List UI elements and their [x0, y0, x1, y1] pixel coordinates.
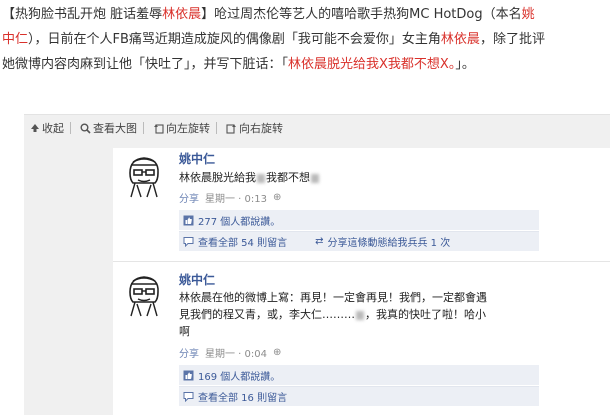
highlight-name: 林依晨	[440, 32, 480, 47]
view-large-button[interactable]: 查看大图	[74, 120, 140, 136]
facebook-screenshot[interactable]: 姚中仁 林依晨脫光給我 我都不想 分享 星期一 · 0:13 ⊕ 277 個人都說…	[113, 148, 610, 415]
share-link[interactable]: 分享	[179, 190, 199, 205]
post-text: 林依晨脫光給我 我都不想	[179, 169, 539, 186]
rotate-right-icon	[226, 123, 236, 134]
avatar	[121, 272, 167, 318]
article-text-segment: 她微博内容肉麻到让他「快吐了」，并写下脏话：「	[2, 57, 289, 72]
article-line-2: 中仁），日前在个人FB痛骂近期造成旋风的偶像剧「我可能不会爱你」女主角林依晨，除…	[2, 27, 608, 52]
post-text-segment: ，我真的快吐了啦！哈小	[365, 308, 486, 321]
comments-summary[interactable]: 查看全部 16 則留言	[179, 386, 539, 406]
article-text-segment: 【热狗脸书乱开炮 脏话羞辱	[2, 7, 163, 22]
toolbar-divider	[216, 122, 217, 134]
image-toolbar: 收起 查看大图 向左旋转 向右旋转	[24, 115, 324, 141]
likes-summary[interactable]: 169 個人都說讚。	[179, 365, 539, 385]
highlight-realname: 中仁	[2, 32, 29, 47]
article-line-3: 她微博内容肉麻到让他「快吐了」，并写下脏话：「林依晨脱光给我X我都不想X。」。	[2, 52, 608, 77]
likes-count: 169 個人都說讚。	[198, 371, 281, 383]
poster-name[interactable]: 姚中仁	[179, 150, 215, 167]
toolbar-divider	[143, 122, 144, 134]
post-text-segment: 我都不想	[266, 171, 310, 184]
magnifier-icon	[80, 123, 91, 134]
article-line-1: 【热狗脸书乱开炮 脏话羞辱林依晨】呛过周杰伦等艺人的嘻哈歌手热狗MC HotDo…	[2, 2, 608, 27]
article-text-segment: ，除了批评	[479, 32, 545, 47]
highlight-realname: 姚	[521, 7, 535, 22]
post-text: 林依晨在他的微博上寫：再見！一定會再見！我們，一定都會遇 見我們的程又青，或，李…	[179, 289, 539, 340]
avatar	[121, 153, 167, 199]
post-text-segment: 見我們的程又青，或，李大仁………	[179, 308, 355, 321]
censor-blur	[311, 173, 319, 183]
rotate-left-button[interactable]: 向左旋转	[147, 120, 213, 136]
share-link[interactable]: 分享	[179, 345, 199, 360]
post-text-line: 見我們的程又青，或，李大仁……… ，我真的快吐了啦！哈小	[179, 306, 539, 323]
post-text-line: 林依晨在他的微博上寫：再見！一定會再見！我們，一定都會遇	[179, 291, 487, 304]
likes-summary[interactable]: 277 個人都說讚。	[179, 210, 539, 230]
collapse-label: 收起	[42, 122, 64, 135]
highlight-quote: 林依晨脱光给我X我都不想X。	[288, 57, 456, 72]
comments-summary[interactable]: 查看全部 54 則留言 ⇄ 分享這條動態給我兵兵 1 次	[179, 231, 539, 251]
comment-icon	[183, 392, 194, 402]
censor-blur	[356, 310, 364, 320]
share-count-icon: ⇄	[315, 236, 324, 247]
post-text-line: 啊	[179, 325, 190, 338]
view-all-comments-link[interactable]: 查看全部 16 則留言	[198, 389, 287, 404]
post-timestamp[interactable]: 星期一 · 0:13	[205, 190, 267, 205]
view-all-comments-link[interactable]: 查看全部 54 則留言	[198, 234, 287, 249]
image-viewer: 收起 查看大图 向左旋转 向右旋转 姚中仁 林依晨脫光給我 我都不想 分享 星期…	[24, 114, 610, 415]
article-text-segment: 」。	[455, 57, 475, 72]
globe-icon: ⊕	[273, 347, 282, 358]
rotate-left-icon	[154, 123, 164, 134]
censor-blur	[257, 173, 265, 183]
rotate-right-label: 向右旋转	[239, 122, 283, 135]
post-timestamp[interactable]: 星期一 · 0:04	[205, 345, 267, 360]
highlight-name: 林依晨	[162, 7, 202, 22]
post-meta: 分享 星期一 · 0:13 ⊕	[179, 190, 281, 205]
collapse-button[interactable]: 收起	[24, 120, 67, 136]
view-large-label: 查看大图	[93, 122, 137, 135]
article-text-segment: ），日前在个人FB痛骂近期造成旋风的偶像剧「我可能不会爱你」女主角	[28, 32, 441, 47]
likes-count: 277 個人都說讚。	[198, 216, 281, 228]
globe-icon: ⊕	[273, 192, 282, 203]
rotate-right-button[interactable]: 向右旋转	[220, 120, 286, 136]
share-count-text: 分享這條動態給我兵兵 1 次	[327, 238, 451, 249]
post-divider	[113, 261, 610, 262]
poster-name[interactable]: 姚中仁	[179, 271, 215, 288]
toolbar-divider	[70, 122, 71, 134]
thumbs-up-icon	[183, 370, 194, 380]
post-meta: 分享 星期一 · 0:04 ⊕	[179, 345, 281, 360]
collapse-icon	[31, 124, 39, 132]
rotate-left-label: 向左旋转	[166, 122, 210, 135]
thumbs-up-icon	[183, 215, 194, 225]
comment-icon	[183, 237, 194, 247]
post-text-segment: 林依晨脫光給我	[179, 171, 256, 184]
article-text: 【热狗脸书乱开炮 脏话羞辱林依晨】呛过周杰伦等艺人的嘻哈歌手热狗MC HotDo…	[2, 2, 608, 77]
article-text-segment: 】呛过周杰伦等艺人的嘻哈歌手热狗MC HotDog（本名	[201, 7, 522, 22]
